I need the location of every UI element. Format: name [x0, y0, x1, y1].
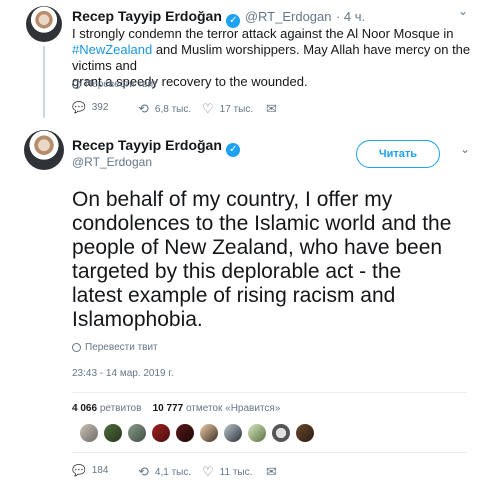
heart-icon: ♡ — [202, 101, 214, 116]
tweet2-reply-button[interactable]: 💬 184 — [72, 464, 108, 477]
avatar-tweet1[interactable] — [26, 6, 62, 42]
reply-icon: 💬 — [72, 102, 86, 114]
tweet1-retweet-count: 6,8 тыс. — [154, 103, 192, 115]
tweet1-like-count: 17 тыс. — [219, 103, 254, 115]
tweet2-text-line: condolences to the Islamic world and the — [72, 212, 452, 235]
tweet1-text-line: #NewZealand and Muslim worshippers. May … — [72, 42, 472, 74]
retweet-stat[interactable]: 4 066 ретвитов — [72, 403, 141, 414]
liker-avatar[interactable] — [128, 424, 146, 442]
tweet2-stats: 4 066 ретвитов 10 777 отметок «Нравится» — [72, 403, 280, 414]
tweet2-text: On behalf of my country, I offer my cond… — [72, 188, 472, 332]
tweet2-text-line: targeted by this deplorable act - the — [72, 260, 402, 283]
tweet1-time[interactable]: · 4 ч. — [336, 9, 365, 24]
tweet2-dm-button[interactable]: ✉ — [266, 464, 277, 480]
tweet2-translate-label: Перевести твит — [85, 342, 158, 353]
retweet-stat-label: ретвитов — [99, 403, 142, 414]
tweet1-dm-button[interactable]: ✉ — [266, 101, 277, 117]
tweet2-timestamp[interactable]: 23:43 - 14 мар. 2019 г. — [72, 368, 174, 379]
tweet2-text-line: Islamophobia. — [72, 308, 203, 331]
tweet2-text-line: latest example of rising racism and — [72, 284, 396, 307]
verified-badge-icon: ✓ — [226, 143, 241, 157]
tweet2-text-line: On behalf of my country, I offer my — [72, 188, 393, 211]
follow-button[interactable]: Читать — [356, 140, 440, 168]
tweet2-header: Recep Tayyip Erdoğan ✓ — [72, 137, 241, 157]
thread-connector — [43, 46, 45, 118]
tweet1-reply-button[interactable]: 💬 392 — [72, 101, 108, 114]
retweet-icon: ⟲ — [138, 101, 149, 116]
tweet2-retweet-count: 4,1 тыс. — [154, 466, 192, 478]
tweet2-more-chevron-icon[interactable]: ⌄ — [460, 142, 470, 156]
tweet2-like-button[interactable]: ♡ 11 тыс. — [202, 464, 252, 480]
hashtag-link[interactable]: #NewZealand — [72, 42, 152, 57]
tweet1-translate-link[interactable]: Перевести твит — [72, 79, 158, 90]
tweet1-translate-label: Перевести твит — [85, 79, 158, 90]
tweet1-more-chevron-icon[interactable]: ⌄ — [458, 4, 468, 18]
globe-icon — [72, 80, 81, 89]
tweet1-author-handle[interactable]: @RT_Erdogan — [245, 9, 332, 24]
liker-avatar[interactable] — [80, 424, 98, 442]
envelope-icon: ✉ — [266, 101, 277, 116]
likers-avatars — [80, 424, 320, 447]
divider — [72, 452, 467, 453]
tweet2-like-count: 11 тыс. — [219, 466, 253, 478]
liker-avatar[interactable] — [296, 424, 314, 442]
avatar-tweet2[interactable] — [24, 130, 64, 170]
liker-avatar[interactable] — [248, 424, 266, 442]
liker-avatar[interactable] — [272, 424, 290, 442]
like-stat[interactable]: 10 777 отметок «Нравится» — [153, 403, 281, 414]
retweet-stat-count: 4 066 — [72, 403, 98, 414]
tweet1-author-name[interactable]: Recep Tayyip Erdoğan — [72, 8, 222, 24]
tweet1-reply-count: 392 — [91, 102, 109, 113]
retweet-icon: ⟲ — [138, 464, 149, 479]
tweet2-actions: 💬 184 ⟲ 4,1 тыс. ♡ 11 тыс. ✉ — [72, 464, 302, 480]
like-stat-count: 10 777 — [152, 403, 184, 414]
tweet2-reply-count: 184 — [91, 465, 109, 476]
tweet1-like-button[interactable]: ♡ 17 тыс. — [202, 101, 253, 117]
tweet1-actions: 💬 392 ⟲ 6,8 тыс. ♡ 17 тыс. ✉ — [72, 101, 302, 117]
liker-avatar[interactable] — [176, 424, 194, 442]
tweet2-author-name[interactable]: Recep Tayyip Erdoğan — [72, 137, 222, 153]
tweet2-retweet-button[interactable]: ⟲ 4,1 тыс. — [138, 464, 191, 480]
liker-avatar[interactable] — [104, 424, 122, 442]
tweet1-retweet-button[interactable]: ⟲ 6,8 тыс. — [138, 101, 191, 117]
envelope-icon: ✉ — [266, 464, 277, 479]
tweet1-header: Recep Tayyip Erdoğan ✓ @RT_Erdogan · 4 ч… — [72, 8, 365, 28]
tweet2-text-line: people of New Zealand, who have been — [72, 236, 443, 259]
tweet2-translate-link[interactable]: Перевести твит — [72, 342, 158, 353]
divider — [72, 392, 467, 393]
globe-icon — [72, 343, 81, 352]
heart-icon: ♡ — [202, 464, 214, 479]
liker-avatar[interactable] — [200, 424, 218, 442]
reply-icon: 💬 — [72, 465, 86, 477]
tweet2-author-handle[interactable]: @RT_Erdogan — [72, 155, 152, 169]
liker-avatar[interactable] — [152, 424, 170, 442]
tweet1-text-line: I strongly condemn the terror attack aga… — [72, 26, 454, 41]
liker-avatar[interactable] — [224, 424, 242, 442]
like-stat-label: отметок «Нравится» — [185, 403, 281, 414]
